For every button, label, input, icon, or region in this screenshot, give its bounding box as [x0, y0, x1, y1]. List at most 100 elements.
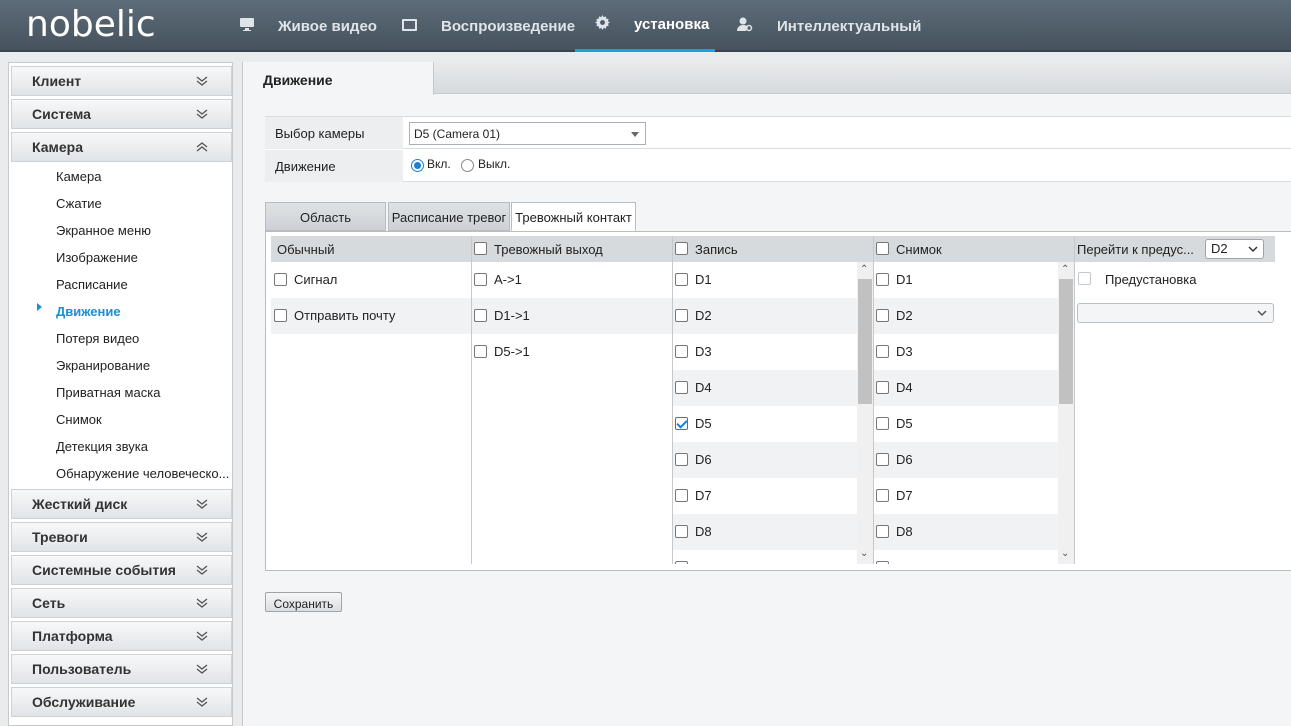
sidebar-item-snapshot[interactable]: Снимок	[56, 412, 102, 427]
preset-select[interactable]	[1077, 303, 1274, 323]
list-item: D8	[874, 514, 1058, 550]
record-d6-checkbox[interactable]	[675, 453, 688, 466]
chevron-down-icon	[196, 76, 208, 86]
snapshot-scrollbar[interactable]: ⌃ ⌄	[1058, 262, 1074, 564]
alarm-out-column: Тревожный выход A->1 D1->1 D5->1	[472, 236, 673, 564]
record-d2-checkbox[interactable]	[675, 309, 688, 322]
snapshot-select-all-checkbox[interactable]	[876, 242, 889, 255]
nav-playback[interactable]: Воспроизведение	[402, 0, 582, 52]
sidebar-section-label: Платформа	[32, 628, 113, 644]
dropdown-arrow-icon	[631, 132, 639, 137]
record-scrollbar[interactable]: ⌃ ⌄	[857, 262, 873, 564]
send-email-checkbox[interactable]	[274, 309, 287, 322]
snapshot-d3-checkbox[interactable]	[876, 345, 889, 358]
sidebar-item-tampering[interactable]: Экранирование	[56, 358, 150, 373]
tab-alarm-linkage[interactable]: Тревожный контакт	[511, 202, 636, 231]
save-button[interactable]: Сохранить	[265, 592, 342, 612]
sidebar-section-label: Жесткий диск	[32, 496, 128, 512]
list-item-label: D1	[695, 272, 712, 287]
snapshot-d1-checkbox[interactable]	[876, 273, 889, 286]
alarm-out-select-all-checkbox[interactable]	[474, 242, 487, 255]
sidebar-item-camera[interactable]: Камера	[56, 169, 101, 184]
camera-select[interactable]: D5 (Camera 01)	[409, 122, 646, 145]
nav-intelligent-label: Интеллектуальный	[777, 17, 922, 35]
page-tab-motion[interactable]: Движение	[243, 62, 434, 95]
list-item: D4	[874, 370, 1058, 406]
chevron-down-icon	[196, 697, 208, 707]
alarm-sound-checkbox[interactable]	[274, 273, 287, 286]
sidebar-section-label: Обслуживание	[32, 694, 136, 710]
snapshot-d2-checkbox[interactable]	[876, 309, 889, 322]
camera-select-value: D5 (Camera 01)	[414, 127, 501, 141]
scrollbar-thumb[interactable]	[858, 279, 872, 404]
record-d4-checkbox[interactable]	[675, 381, 688, 394]
sidebar-section-label: Камера	[32, 139, 83, 155]
nav-intelligent[interactable]: Интеллектуальный	[737, 0, 937, 52]
list-item: D3	[673, 334, 857, 370]
record-header-label: Запись	[695, 242, 738, 257]
sidebar-section-hdd[interactable]: Жесткий диск	[11, 489, 232, 519]
snapshot-d7-checkbox[interactable]	[876, 489, 889, 502]
gear-icon	[595, 15, 610, 34]
alarm-out-checkbox[interactable]	[474, 273, 487, 286]
scroll-up-icon[interactable]: ⌃	[1061, 265, 1069, 275]
sidebar-section-label: Сеть	[32, 595, 66, 611]
tab-alarm-schedule[interactable]: Расписание тревог	[388, 202, 510, 231]
sidebar-section-alarms[interactable]: Тревоги	[11, 522, 232, 552]
snapshot-d5-checkbox[interactable]	[876, 417, 889, 430]
page-tab-bar: Движение	[243, 62, 1291, 95]
scroll-down-icon[interactable]: ⌄	[860, 549, 868, 559]
sidebar-item-audio-detection[interactable]: Детекция звука	[56, 439, 148, 454]
nav-live-video[interactable]: Живое видео	[240, 0, 390, 52]
tab-area[interactable]: Область	[265, 202, 386, 231]
sidebar-section-maintenance[interactable]: Обслуживание	[11, 687, 232, 717]
sidebar-item-privacy-mask[interactable]: Приватная маска	[56, 385, 160, 400]
main-panel: Движение Выбор камеры D5 (Camera 01) Дви…	[242, 62, 1291, 726]
record-d3-checkbox[interactable]	[675, 345, 688, 358]
chevron-down-icon	[196, 532, 208, 542]
sidebar-item-motion[interactable]: Движение	[56, 304, 121, 319]
nav-setup[interactable]: установка	[575, 0, 715, 52]
sidebar-section-system-events[interactable]: Системные события	[11, 555, 232, 585]
sidebar-section-platform[interactable]: Платформа	[11, 621, 232, 651]
preset-checkbox[interactable]	[1078, 272, 1091, 285]
scrollbar-thumb[interactable]	[1059, 279, 1073, 404]
sidebar-item-human-detection[interactable]: Обнаружение человеческо...	[56, 466, 232, 481]
alarm-out-checkbox[interactable]	[474, 345, 487, 358]
sidebar-item-video-loss[interactable]: Потеря видео	[56, 331, 139, 346]
scroll-down-icon[interactable]: ⌄	[1061, 549, 1069, 559]
scroll-up-icon[interactable]: ⌃	[860, 265, 868, 275]
preset-channel-value: D2	[1211, 241, 1228, 256]
snapshot-d4-checkbox[interactable]	[876, 381, 889, 394]
record-d5-checkbox[interactable]	[675, 417, 688, 430]
alarm-out-checkbox[interactable]	[474, 309, 487, 322]
sidebar-section-client[interactable]: Клиент	[11, 66, 232, 96]
sidebar-item-schedule[interactable]: Расписание	[56, 277, 128, 292]
motion-on-radio[interactable]	[411, 159, 424, 172]
sidebar-section-camera[interactable]: Камера	[11, 132, 232, 162]
list-item-label: Сигнал	[294, 272, 338, 287]
list-item: D2	[673, 298, 857, 334]
sidebar-section-system[interactable]: Система	[11, 99, 232, 129]
record-d8-checkbox[interactable]	[675, 525, 688, 538]
snapshot-d9-checkbox[interactable]	[876, 561, 889, 564]
preset-column: Перейти к предус... D2 Предустановка	[1075, 236, 1276, 564]
list-item-label: Отправить почту	[294, 308, 396, 323]
sidebar-section-user[interactable]: Пользователь	[11, 654, 232, 684]
record-d9-checkbox[interactable]	[675, 561, 688, 564]
snapshot-d6-checkbox[interactable]	[876, 453, 889, 466]
sidebar-item-compression[interactable]: Сжатие	[56, 196, 102, 211]
record-select-all-checkbox[interactable]	[675, 242, 688, 255]
preset-channel-select[interactable]: D2	[1205, 239, 1264, 259]
sidebar-item-osd[interactable]: Экранное меню	[56, 223, 151, 238]
motion-off-radio[interactable]	[461, 159, 474, 172]
camera-row: Выбор камеры D5 (Camera 01)	[265, 117, 1291, 149]
sidebar-item-image[interactable]: Изображение	[56, 250, 138, 265]
record-d1-checkbox[interactable]	[675, 273, 688, 286]
sidebar-section-network[interactable]: Сеть	[11, 588, 232, 618]
list-item-label: D4	[695, 380, 712, 395]
chevron-down-icon	[196, 664, 208, 674]
list-item-label: D3	[896, 344, 913, 359]
snapshot-d8-checkbox[interactable]	[876, 525, 889, 538]
record-d7-checkbox[interactable]	[675, 489, 688, 502]
